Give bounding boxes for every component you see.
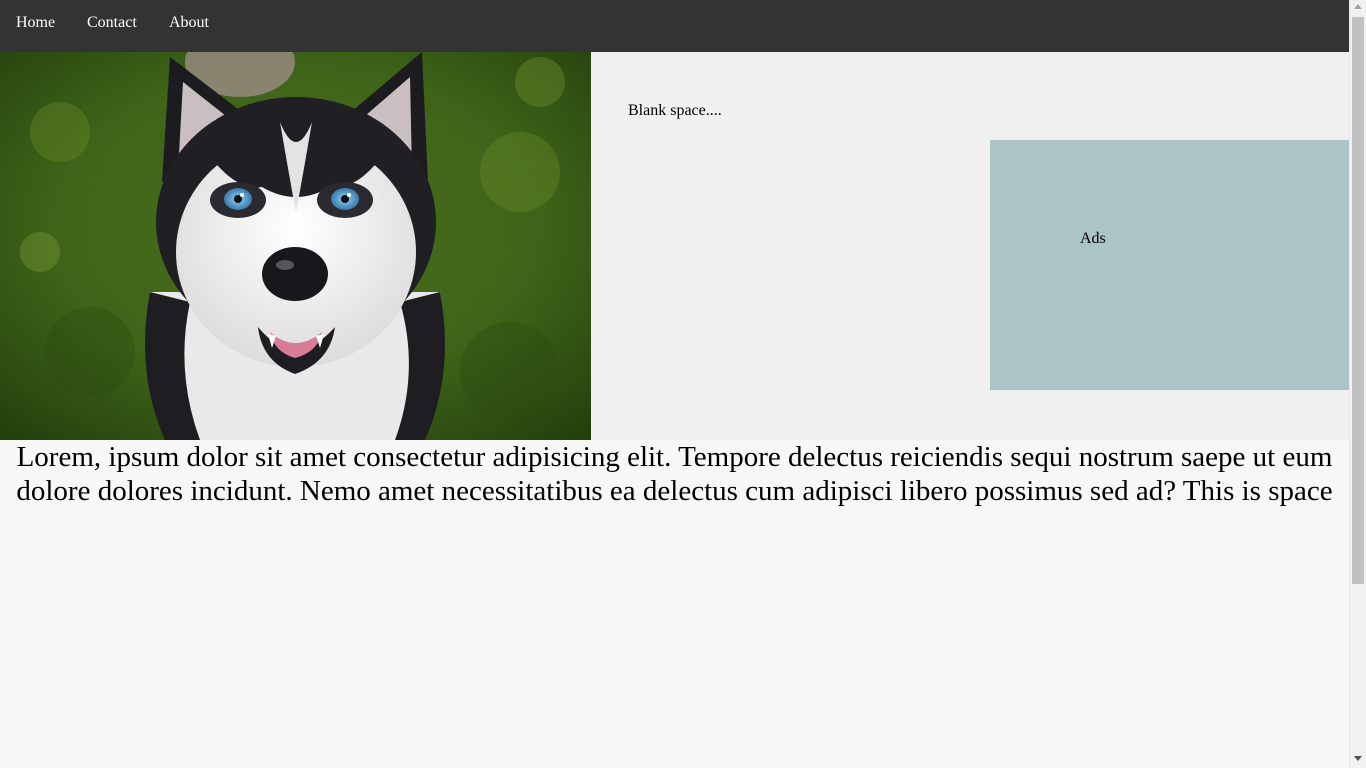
scroll-down-arrow-icon[interactable] [1354,756,1362,761]
lorem-paragraph: Lorem, ipsum dolor sit amet consectetur … [16,441,1333,507]
browser-viewport: Home Contact About Blank space.... Ads L… [0,0,1366,768]
sidebar-panel: Blank space.... Ads [591,52,1349,440]
navbar: Home Contact About [0,0,1349,52]
ads-label: Ads [1080,230,1106,247]
nav-about-link[interactable]: About [169,14,209,32]
page: Home Contact About Blank space.... Ads L… [0,0,1349,768]
nav-contact-link[interactable]: Contact [87,14,137,32]
scroll-thumb[interactable] [1352,17,1364,584]
ads-box[interactable]: Ads [990,140,1349,390]
blank-space-text: Blank space.... [628,102,722,119]
husky-image [0,52,591,440]
scroll-up-arrow-icon[interactable] [1354,4,1362,9]
nav-home-link[interactable]: Home [16,14,55,32]
vertical-scrollbar[interactable] [1349,0,1366,768]
